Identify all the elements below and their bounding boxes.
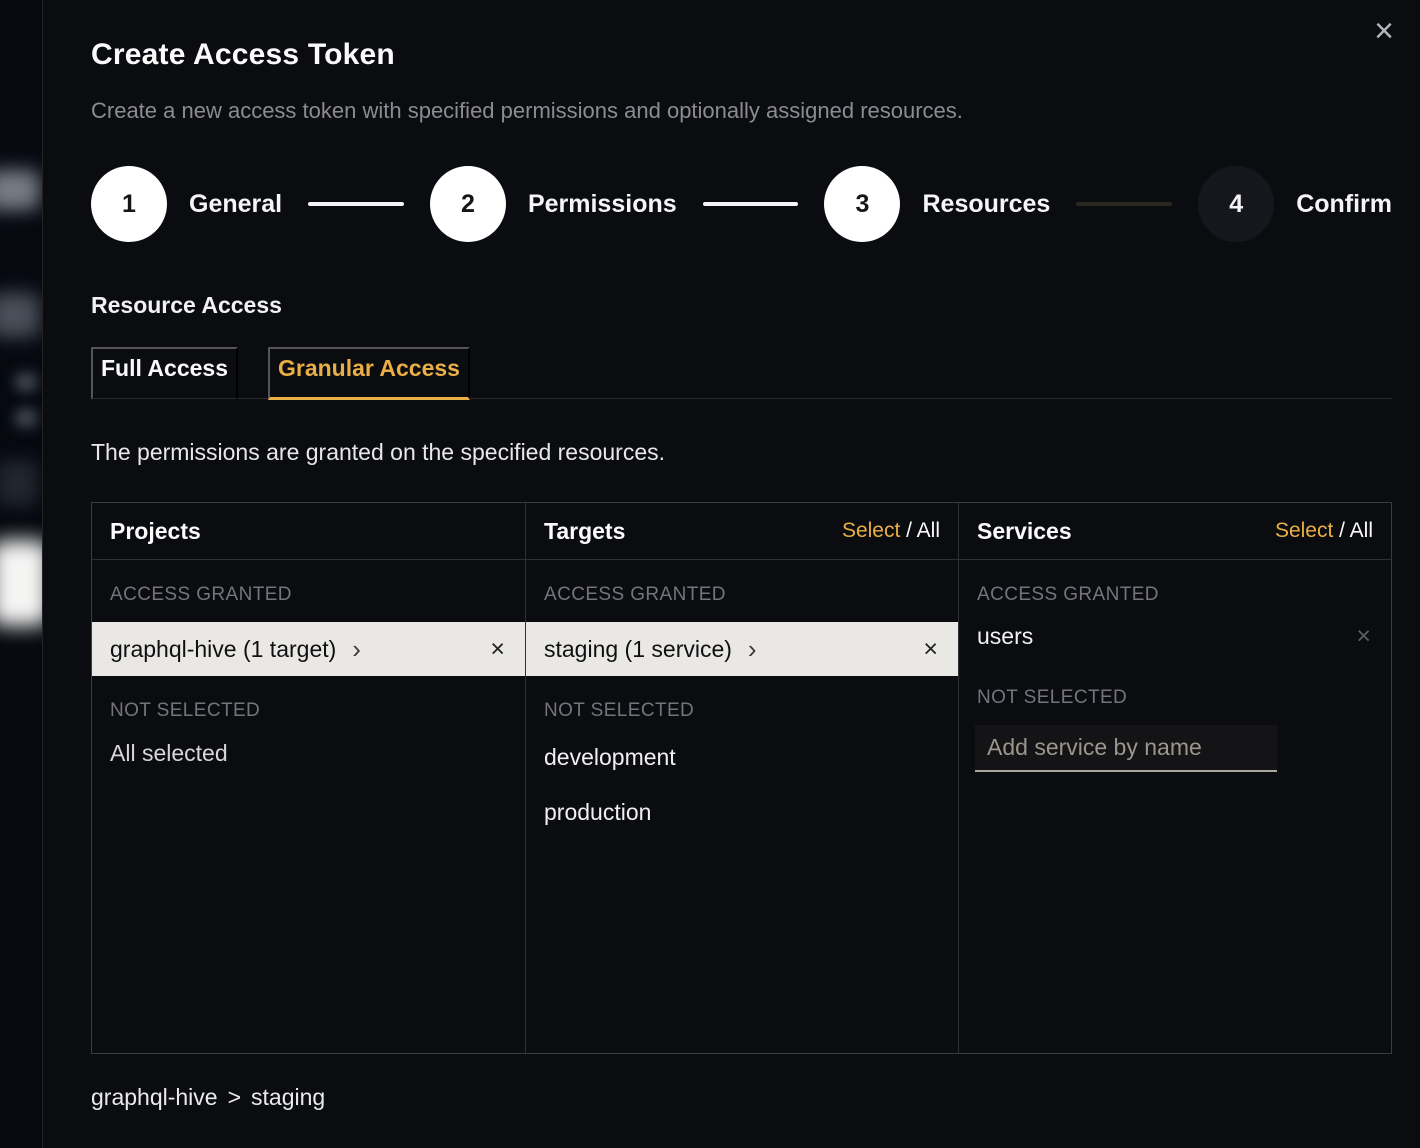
blurred-sidebar-item <box>14 372 38 392</box>
blurred-sidebar-item <box>0 540 42 626</box>
target-option-development[interactable]: development <box>526 730 958 785</box>
step-confirm-label: Confirm <box>1296 190 1392 219</box>
resources-description: The permissions are granted on the speci… <box>91 439 1392 466</box>
project-granted-label: graphql-hive (1 target) <box>110 636 336 663</box>
targets-select-link[interactable]: Select <box>842 519 900 542</box>
targets-header: Targets Select / All <box>526 503 958 560</box>
breadcrumb-project: graphql-hive <box>91 1084 218 1110</box>
step-permissions[interactable]: 2 Permissions <box>430 166 677 242</box>
close-icon[interactable]: × <box>1368 8 1400 54</box>
step-resources-label: Resources <box>922 190 1050 219</box>
breadcrumb-separator: > <box>228 1084 241 1110</box>
targets-all-link[interactable]: / All <box>900 519 940 542</box>
blurred-sidebar-item <box>0 170 40 210</box>
remove-target-icon[interactable]: × <box>921 635 940 664</box>
blurred-sidebar-item <box>0 293 40 337</box>
projects-all-selected-note: All selected <box>92 722 525 767</box>
target-granted-label: staging (1 service) <box>544 636 732 663</box>
breadcrumb: graphql-hive > staging <box>91 1084 1392 1111</box>
step-connector <box>308 202 404 206</box>
services-all-link[interactable]: / All <box>1333 519 1373 542</box>
step-permissions-label: Permissions <box>528 190 677 219</box>
services-select-all: Select / All <box>1275 519 1373 543</box>
services-access-granted-label: ACCESS GRANTED <box>959 560 1391 606</box>
projects-title: Projects <box>110 518 201 545</box>
service-granted-label: users <box>977 623 1033 650</box>
services-select-link[interactable]: Select <box>1275 519 1333 542</box>
target-granted-row[interactable]: staging (1 service) › × <box>526 622 958 676</box>
dialog-title: Create Access Token <box>91 0 1392 72</box>
blurred-sidebar-item <box>14 408 38 428</box>
column-targets: Targets Select / All ACCESS GRANTED stag… <box>525 503 958 1053</box>
step-confirm-circle: 4 <box>1198 166 1274 242</box>
stepper: 1 General 2 Permissions 3 Resources 4 Co… <box>91 166 1392 242</box>
chevron-right-icon: › <box>352 636 361 662</box>
services-header: Services Select / All <box>959 503 1391 560</box>
project-granted-row[interactable]: graphql-hive (1 target) › × <box>92 622 525 676</box>
step-connector-pending <box>1076 202 1172 206</box>
projects-not-selected-label: NOT SELECTED <box>92 676 525 722</box>
chevron-right-icon: › <box>748 636 757 662</box>
step-resources-circle: 3 <box>824 166 900 242</box>
targets-access-granted-label: ACCESS GRANTED <box>526 560 958 606</box>
blurred-sidebar-item <box>0 460 38 506</box>
remove-project-icon[interactable]: × <box>488 635 507 664</box>
projects-access-granted-label: ACCESS GRANTED <box>92 560 525 606</box>
remove-service-icon[interactable]: × <box>1354 622 1373 651</box>
targets-select-all: Select / All <box>842 519 940 543</box>
services-title: Services <box>977 518 1072 545</box>
step-general[interactable]: 1 General <box>91 166 282 242</box>
resource-table: Projects ACCESS GRANTED graphql-hive (1 … <box>91 502 1392 1054</box>
step-connector <box>703 202 799 206</box>
step-general-label: General <box>189 190 282 219</box>
services-not-selected-label: NOT SELECTED <box>959 663 1391 709</box>
step-resources[interactable]: 3 Resources <box>824 166 1050 242</box>
screen: × Create Access Token Create a new acces… <box>0 0 1420 1148</box>
tab-granular-access[interactable]: Granular Access <box>268 347 470 400</box>
background-page-blurred <box>0 0 42 1148</box>
step-permissions-circle: 2 <box>430 166 506 242</box>
step-confirm[interactable]: 4 Confirm <box>1198 166 1392 242</box>
target-option-production[interactable]: production <box>526 785 958 840</box>
column-services: Services Select / All ACCESS GRANTED use… <box>958 503 1391 1053</box>
targets-title: Targets <box>544 518 625 545</box>
tab-full-access[interactable]: Full Access <box>91 347 238 400</box>
resource-access-tabs: Full Access Granular Access <box>91 347 1392 399</box>
service-granted-row: users × <box>959 610 1391 663</box>
resource-access-heading: Resource Access <box>91 292 1392 319</box>
dialog-subtitle: Create a new access token with specified… <box>91 98 1392 124</box>
create-access-token-dialog: × Create Access Token Create a new acces… <box>42 0 1420 1148</box>
step-general-circle: 1 <box>91 166 167 242</box>
targets-not-selected-label: NOT SELECTED <box>526 676 958 722</box>
add-service-input[interactable] <box>975 725 1277 772</box>
targets-options: development production <box>526 730 958 840</box>
column-projects: Projects ACCESS GRANTED graphql-hive (1 … <box>92 503 525 1053</box>
projects-header: Projects <box>92 503 525 560</box>
breadcrumb-target: staging <box>251 1084 325 1110</box>
